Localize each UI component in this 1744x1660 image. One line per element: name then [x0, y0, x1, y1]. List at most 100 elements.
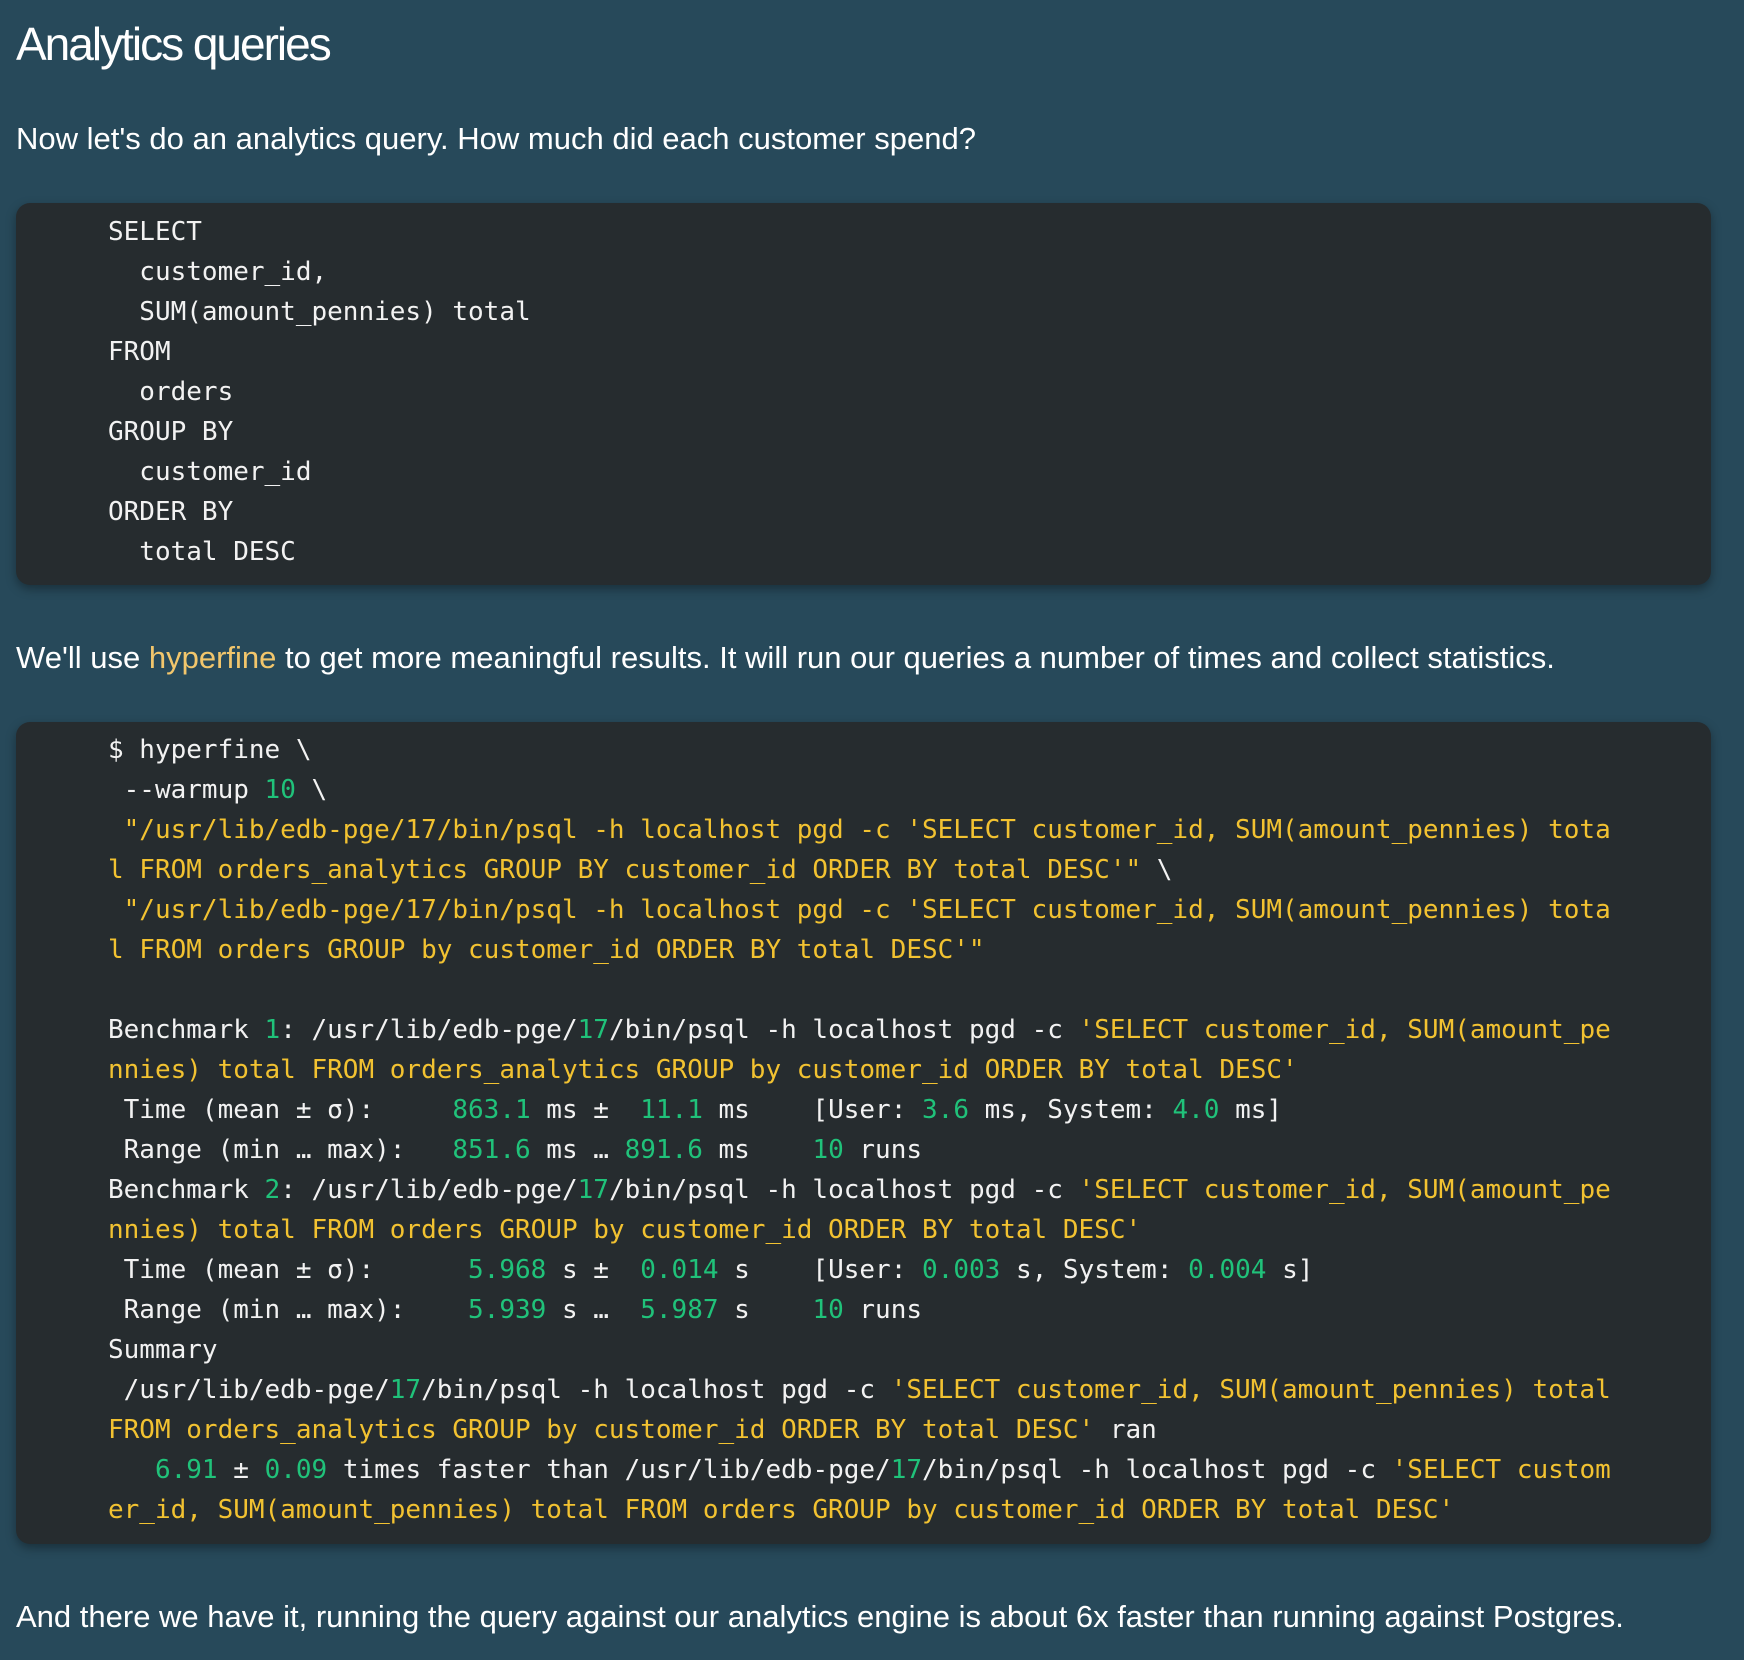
- number-token: 10: [264, 775, 296, 805]
- text-token: /bin/psql -h localhost pgd -c: [608, 1015, 1079, 1045]
- sql-line: total DESC: [108, 537, 296, 567]
- number-token: 17: [389, 1375, 422, 1405]
- text-token: ms]: [1219, 1095, 1283, 1125]
- number-token: 0.09: [264, 1455, 328, 1485]
- terminal-line: 6.91 ± 0.09 times faster than /usr/lib/e…: [108, 1450, 1711, 1490]
- number-token: 0.004: [1188, 1255, 1267, 1285]
- number-token: 863.1: [452, 1095, 531, 1125]
- terminal-line: er_id, SUM(amount_pennies) total FROM or…: [108, 1490, 1711, 1530]
- string-token: 'SELECT customer_id, SUM(amount_pennies)…: [890, 1375, 1611, 1405]
- string-token: 'SELECT customer_id, SUM(amount_pe: [1078, 1015, 1611, 1045]
- number-token: 5.987: [640, 1295, 719, 1325]
- sql-line: GROUP BY: [108, 417, 234, 447]
- text-token: times faster than /usr/lib/edb-pge/: [327, 1455, 891, 1485]
- number-token: 3.6: [922, 1095, 969, 1125]
- string-token: nnies) total FROM orders GROUP by custom…: [108, 1215, 1142, 1245]
- sql-line: ORDER BY: [108, 497, 234, 527]
- terminal-line: Benchmark 2: /usr/lib/edb-pge/17/bin/psq…: [108, 1170, 1711, 1210]
- text-token: /usr/lib/edb-pge/: [108, 1375, 390, 1405]
- text-token: s ±: [546, 1255, 641, 1285]
- number-token: 17: [577, 1175, 609, 1205]
- terminal-line: Time (mean ± σ): 863.1 ms ± 11.1 ms [Use…: [108, 1090, 1711, 1130]
- terminal-code-block: $ hyperfine \ --warmup 10 \ "/usr/lib/ed…: [16, 722, 1711, 1544]
- number-token: 10: [812, 1295, 844, 1325]
- text-token: : /usr/lib/edb-pge/: [280, 1175, 578, 1205]
- text-token: \: [295, 775, 328, 805]
- string-token: 'SELECT custom: [1391, 1455, 1611, 1485]
- terminal-line: $ hyperfine \: [108, 730, 1711, 770]
- sql-line: SELECT: [108, 217, 202, 247]
- sql-line: customer_id: [108, 457, 312, 487]
- terminal-line: nnies) total FROM orders GROUP by custom…: [108, 1210, 1711, 1250]
- terminal-line: Range (min … max): 5.939 s … 5.987 s 10 …: [108, 1290, 1711, 1330]
- hyperfine-link[interactable]: hyperfine: [149, 640, 277, 675]
- hyperfine-paragraph-before: We'll use: [16, 640, 149, 675]
- text-token: ms, System:: [968, 1095, 1173, 1125]
- number-token: 2: [264, 1175, 281, 1205]
- number-token: 6.91: [154, 1455, 218, 1485]
- sql-code-block: SELECT customer_id, SUM(amount_pennies) …: [16, 203, 1711, 585]
- article-page: Analytics queries Now let's do an analyt…: [0, 0, 1744, 1660]
- number-token: 10: [812, 1135, 844, 1165]
- string-token: nnies) total FROM orders_analytics GROUP…: [108, 1055, 1298, 1085]
- text-token: s]: [1266, 1255, 1314, 1285]
- text-token: ±: [217, 1455, 265, 1485]
- number-token: 0.014: [640, 1255, 719, 1285]
- text-token: s …: [546, 1295, 641, 1325]
- conclusion-paragraph: And there we have it, running the query …: [16, 1599, 1624, 1634]
- text-token: ms: [702, 1135, 813, 1165]
- text-token: s: [718, 1295, 813, 1325]
- text-token: Benchmark: [108, 1015, 265, 1045]
- terminal-line: /usr/lib/edb-pge/17/bin/psql -h localhos…: [108, 1370, 1711, 1410]
- text-token: Summary: [108, 1335, 218, 1365]
- sql-line: customer_id,: [108, 257, 328, 287]
- terminal-line: Benchmark 1: /usr/lib/edb-pge/17/bin/psq…: [108, 1010, 1711, 1050]
- string-token: "/usr/lib/edb-pge/17/bin/psql -h localho…: [108, 815, 1611, 845]
- string-token: l FROM orders_analytics GROUP BY custome…: [108, 855, 1142, 885]
- terminal-line: "/usr/lib/edb-pge/17/bin/psql -h localho…: [108, 890, 1711, 930]
- text-token: Time (mean ± σ):: [108, 1255, 469, 1285]
- number-token: 5.968: [468, 1255, 547, 1285]
- text-token: runs: [843, 1295, 923, 1325]
- text-token: $ hyperfine \: [108, 735, 312, 765]
- text-token: Range (min … max):: [108, 1295, 469, 1325]
- string-token: "/usr/lib/edb-pge/17/bin/psql -h localho…: [108, 895, 1611, 925]
- sql-line: FROM: [108, 337, 171, 367]
- text-token: --warmup: [108, 775, 265, 805]
- text-token: ran: [1094, 1415, 1157, 1445]
- terminal-line: nnies) total FROM orders_analytics GROUP…: [108, 1050, 1711, 1090]
- terminal-line: l FROM orders GROUP by customer_id ORDER…: [108, 930, 1711, 970]
- text-token: s [User:: [718, 1255, 923, 1285]
- number-token: 891.6: [624, 1135, 703, 1165]
- text-token: /bin/psql -h localhost pgd -c: [922, 1455, 1392, 1485]
- number-token: 11.1: [640, 1095, 703, 1125]
- terminal-line: Range (min … max): 851.6 ms … 891.6 ms 1…: [108, 1130, 1711, 1170]
- terminal-line: Summary: [108, 1330, 1711, 1370]
- sql-line: orders: [108, 377, 234, 407]
- text-token: /bin/psql -h localhost pgd -c: [421, 1375, 891, 1405]
- number-token: 17: [890, 1455, 923, 1485]
- number-token: 5.939: [468, 1295, 547, 1325]
- string-token: l FROM orders GROUP by customer_id ORDER…: [108, 935, 985, 965]
- string-token: FROM orders_analytics GROUP by customer_…: [108, 1415, 1095, 1445]
- terminal-line: Time (mean ± σ): 5.968 s ± 0.014 s [User…: [108, 1250, 1711, 1290]
- text-token: ms ±: [530, 1095, 641, 1125]
- text-token: ms [User:: [702, 1095, 923, 1125]
- number-token: 4.0: [1172, 1095, 1220, 1125]
- number-token: 17: [577, 1015, 609, 1045]
- text-token: Benchmark: [108, 1175, 265, 1205]
- number-token: 0.003: [922, 1255, 1001, 1285]
- terminal-line: l FROM orders_analytics GROUP BY custome…: [108, 850, 1711, 890]
- text-token: runs: [843, 1135, 923, 1165]
- hyperfine-paragraph-after: to get more meaningful results. It will …: [276, 640, 1555, 675]
- terminal-line: FROM orders_analytics GROUP by customer_…: [108, 1410, 1711, 1450]
- text-token: Time (mean ± σ):: [108, 1095, 453, 1125]
- text-token: /bin/psql -h localhost pgd -c: [608, 1175, 1079, 1205]
- number-token: 851.6: [452, 1135, 531, 1165]
- hyperfine-paragraph: We'll use hyperfine to get more meaningf…: [16, 638, 1555, 678]
- text-token: s, System:: [1000, 1255, 1189, 1285]
- text-token: Range (min … max):: [108, 1135, 453, 1165]
- text-token: \: [1141, 855, 1173, 885]
